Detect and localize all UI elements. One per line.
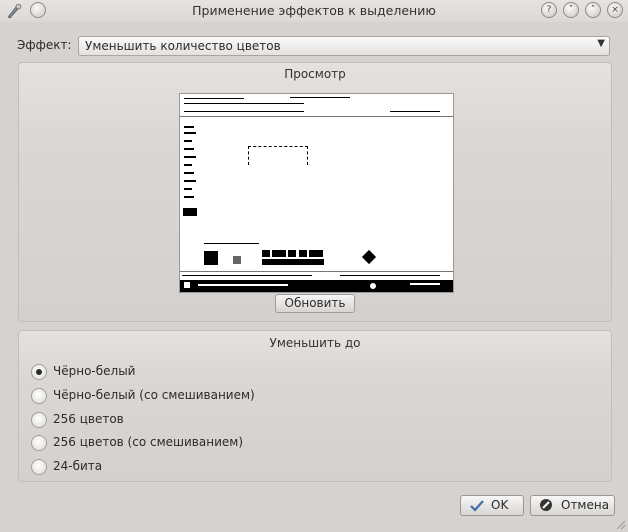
effect-select[interactable]: Уменьшить количество цветов ▼: [78, 36, 610, 56]
ok-button[interactable]: OK: [460, 495, 524, 516]
option-label: 24-бита: [53, 459, 103, 473]
effect-label: Эффект:: [17, 38, 72, 52]
close-icon[interactable]: ×: [607, 2, 623, 18]
update-button[interactable]: Обновить: [275, 294, 355, 313]
maximize-icon[interactable]: ˄: [585, 2, 601, 18]
reduce-to-title: Уменьшить до: [269, 336, 361, 350]
cancel-button-label: Отмена: [561, 498, 610, 512]
preview-group: Просмотр Обновить: [18, 62, 612, 322]
reduce-to-group: Уменьшить до Чёрно-белый Чёрно-белый (со…: [18, 330, 612, 482]
cancel-button[interactable]: Отмена: [530, 495, 615, 516]
option-label: Чёрно-белый: [53, 364, 136, 378]
help-icon[interactable]: ?: [541, 2, 557, 18]
preview-image: [179, 93, 454, 293]
cancel-icon: [539, 496, 553, 518]
ok-button-label: OK: [491, 498, 509, 512]
resize-grip-icon[interactable]: [616, 520, 626, 530]
radio-monochrome[interactable]: [31, 364, 47, 380]
option-label: Чёрно-белый (со смешиванием): [53, 388, 255, 402]
preview-group-title: Просмотр: [284, 67, 346, 81]
option-label: 256 цветов (со смешиванием): [53, 435, 243, 449]
effect-select-value: Уменьшить количество цветов: [85, 39, 281, 53]
radio-monochrome-dithered[interactable]: [31, 388, 47, 404]
radio-256-colors-dithered[interactable]: [31, 435, 47, 451]
minimize-icon[interactable]: ˅: [563, 2, 579, 18]
checkmark-icon: [469, 496, 485, 519]
chevron-down-icon: ▼: [597, 38, 605, 49]
window-title: Применение эффектов к выделению: [192, 3, 436, 18]
update-button-label: Обновить: [284, 296, 346, 310]
window-titlebar[interactable]: Применение эффектов к выделению ? ˅ ˄ ×: [0, 0, 628, 22]
option-label: 256 цветов: [53, 412, 124, 426]
radio-24-bit[interactable]: [31, 459, 47, 475]
radio-256-colors[interactable]: [31, 412, 47, 428]
